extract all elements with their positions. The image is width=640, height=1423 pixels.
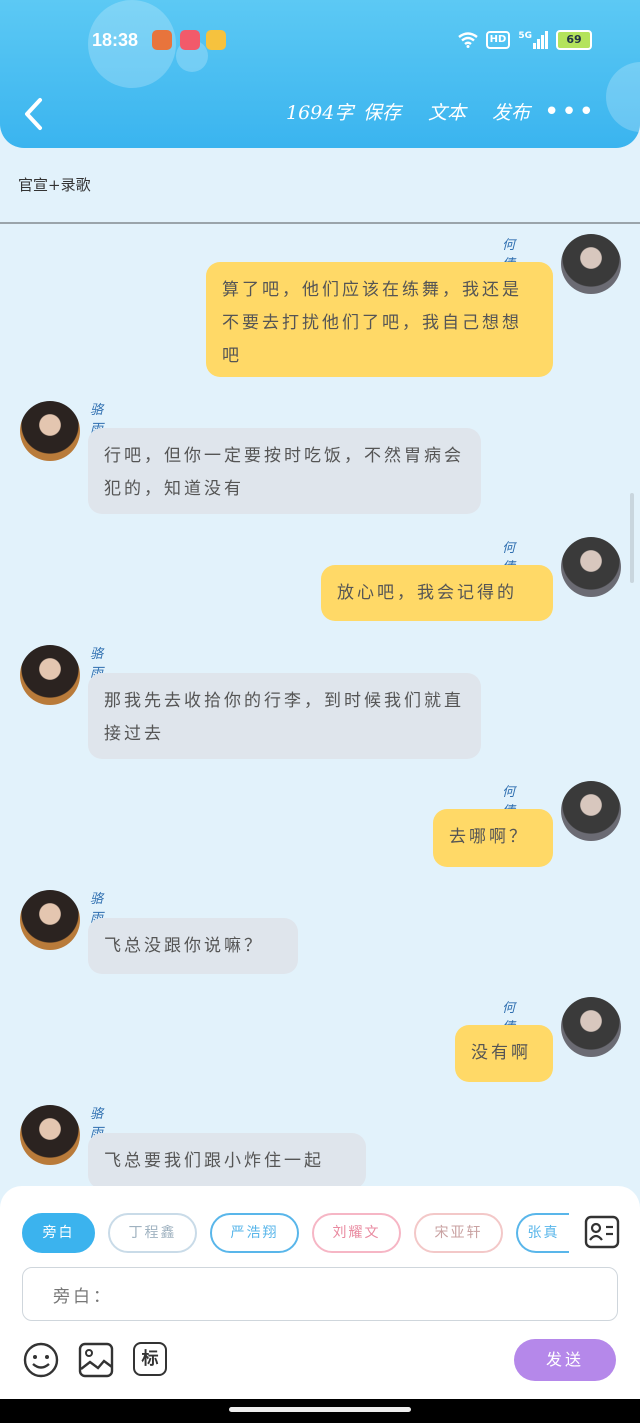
message-bubble[interactable]: 飞总要我们跟小炸住一起: [88, 1133, 366, 1189]
signal-type: 5G: [518, 31, 532, 41]
role-chip-narrator[interactable]: 旁白: [22, 1213, 95, 1253]
image-icon[interactable]: [78, 1342, 114, 1378]
scrollbar[interactable]: [630, 493, 634, 583]
publish-button[interactable]: 发布: [492, 98, 530, 125]
mini-app-icon: [180, 30, 200, 50]
avatar[interactable]: [561, 537, 621, 597]
decor-circle: [606, 62, 640, 132]
send-button[interactable]: 发送: [514, 1339, 616, 1381]
emoji-icon[interactable]: [22, 1341, 60, 1379]
home-indicator[interactable]: [229, 1407, 411, 1412]
avatar[interactable]: [561, 234, 621, 294]
composer-panel: 旁白 丁程鑫 严浩翔 刘耀文 宋亚轩 张真 旁白： 标 发送: [0, 1186, 640, 1423]
avatar[interactable]: [561, 781, 621, 841]
message-bubble[interactable]: 那我先去收拾你的行李，到时候我们就直接过去: [88, 673, 481, 759]
role-chip[interactable]: 严浩翔: [210, 1213, 299, 1253]
dialogue-input[interactable]: 旁白：: [22, 1267, 618, 1321]
tag-icon[interactable]: 标: [133, 1342, 167, 1376]
system-icons: HD 5G 69: [457, 30, 592, 50]
word-count: 1694字: [286, 102, 354, 124]
hd-icon: HD: [485, 31, 511, 49]
message-bubble[interactable]: 放心吧，我会记得的: [321, 565, 553, 621]
avatar[interactable]: [20, 890, 80, 950]
status-bar: 18:38 HD 5G 69: [0, 28, 640, 56]
more-icon[interactable]: •••: [544, 99, 596, 125]
status-time: 18:38: [92, 30, 139, 50]
top-bar: 18:38 HD 5G 69 1694字 保存 文本 发布 •••: [0, 0, 640, 148]
avatar[interactable]: [20, 401, 80, 461]
back-icon[interactable]: [20, 96, 50, 132]
message-bubble[interactable]: 行吧，但你一定要按时吃饭，不然胃病会犯的，知道没有: [88, 428, 481, 514]
avatar[interactable]: [561, 997, 621, 1057]
game-app-icon: [152, 30, 172, 50]
message-bubble[interactable]: 飞总没跟你说嘛？: [88, 918, 298, 974]
battery-icon: 69: [556, 30, 592, 50]
signal-icon: 5G: [518, 31, 548, 49]
input-label: 旁白：: [53, 1287, 113, 1307]
role-chip[interactable]: 张真: [516, 1213, 569, 1253]
gesture-bar: [0, 1399, 640, 1423]
avatar[interactable]: [20, 1105, 80, 1165]
role-chip[interactable]: 宋亚轩: [414, 1213, 503, 1253]
story-title-bar: 官宣+录歌: [0, 148, 640, 224]
avatar[interactable]: [20, 645, 80, 705]
story-title[interactable]: 官宣+录歌: [18, 174, 91, 195]
message-bubble[interactable]: 去哪啊？: [433, 809, 553, 867]
role-chip[interactable]: 丁程鑫: [108, 1213, 197, 1253]
role-chip[interactable]: 刘耀文: [312, 1213, 401, 1253]
save-button[interactable]: 保存: [363, 98, 401, 125]
weibo-icon: [206, 30, 226, 50]
message-bubble[interactable]: 没有啊: [455, 1025, 553, 1082]
text-button[interactable]: 文本: [428, 98, 466, 125]
message-bubble[interactable]: 算了吧，他们应该在练舞，我还是不要去打扰他们了吧，我自己想想吧: [206, 262, 553, 377]
contact-card-icon[interactable]: [584, 1215, 620, 1249]
wifi-icon: [457, 32, 478, 48]
